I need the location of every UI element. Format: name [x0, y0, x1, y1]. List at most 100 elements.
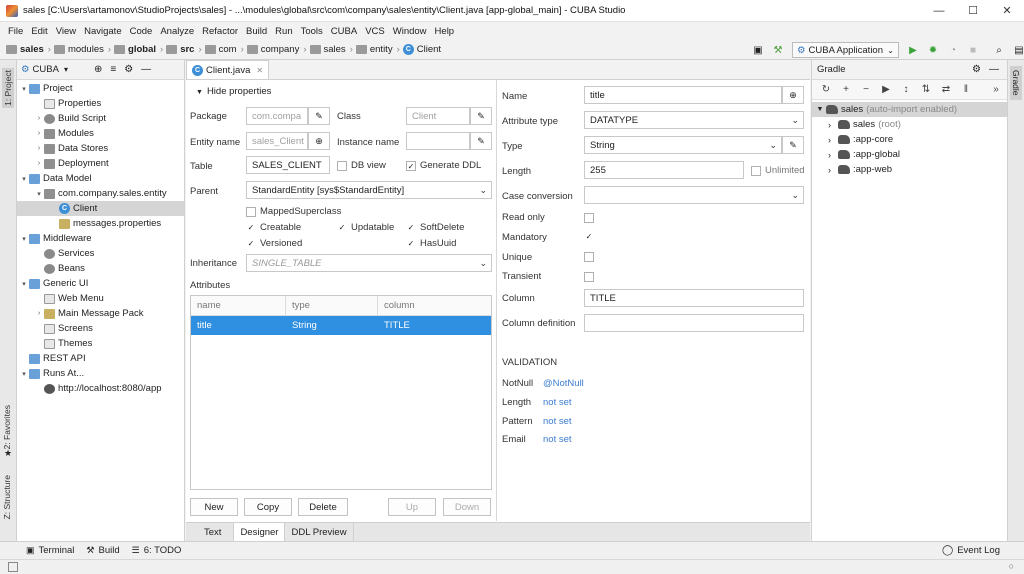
tab-client-java[interactable]: C Client.java ✕: [186, 60, 270, 79]
tree-item[interactable]: http://localhost:8080/app: [17, 381, 184, 396]
table-field[interactable]: SALES_CLIENT: [246, 156, 330, 174]
view-icon[interactable]: ▤: [1011, 42, 1024, 58]
menu-build[interactable]: Build: [242, 26, 271, 37]
breadcrumb-item-class[interactable]: C Client: [402, 44, 441, 55]
tree-item[interactable]: › Data Stores: [17, 141, 184, 156]
globe-icon[interactable]: ⊕: [308, 132, 330, 150]
column-field[interactable]: TITLE: [584, 289, 804, 307]
menu-cuba[interactable]: CUBA: [327, 26, 361, 37]
add-icon[interactable]: +: [836, 84, 856, 95]
delete-attribute-button[interactable]: Delete: [298, 498, 348, 516]
notifications-icon[interactable]: ○: [1009, 561, 1014, 571]
edit-type-icon[interactable]: ✎: [782, 136, 804, 154]
toggle-offline-icon[interactable]: ‖: [956, 84, 976, 95]
entity-name-field[interactable]: sales_Client: [246, 132, 308, 150]
tree-item[interactable]: ▾ com.company.sales.entity: [17, 186, 184, 201]
move-up-button[interactable]: Up: [388, 498, 436, 516]
validation-length-link[interactable]: not set: [543, 397, 572, 408]
breadcrumb-item[interactable]: modules ›: [53, 44, 111, 55]
event-log-tool-button[interactable]: ◯ Event Log: [942, 545, 1000, 556]
refresh-icon[interactable]: ↻: [816, 84, 836, 95]
debug-icon[interactable]: ✹: [925, 42, 941, 58]
tree-item[interactable]: ▾ Data Model: [17, 171, 184, 186]
breadcrumb-item[interactable]: company ›: [246, 44, 307, 55]
tree-item[interactable]: Web Menu: [17, 291, 184, 306]
package-field[interactable]: com.compa: [246, 107, 308, 125]
gradle-project[interactable]: › sales (root): [812, 117, 1007, 132]
hide-panel-icon[interactable]: —: [141, 64, 151, 75]
unique-checkbox[interactable]: [584, 252, 598, 262]
breadcrumb-item[interactable]: com ›: [204, 44, 244, 55]
menu-vcs[interactable]: VCS: [361, 26, 389, 37]
todo-tool-button[interactable]: ☰ 6: TODO: [132, 545, 182, 556]
tree-item[interactable]: Beans: [17, 261, 184, 276]
creatable-checkbox[interactable]: ✓ Creatable: [246, 222, 302, 233]
globe-icon[interactable]: ⊕: [782, 86, 804, 104]
collapse-all-icon[interactable]: ⇅: [916, 84, 936, 95]
gear-icon[interactable]: ⚙: [124, 64, 133, 75]
validation-notnull-link[interactable]: @NotNull: [543, 378, 584, 389]
validation-pattern-link[interactable]: not set: [543, 416, 572, 427]
menu-refactor[interactable]: Refactor: [198, 26, 242, 37]
tree-item[interactable]: Screens: [17, 321, 184, 336]
type-select[interactable]: String ⌄: [584, 136, 782, 154]
breadcrumb-item[interactable]: src ›: [166, 44, 202, 55]
search-icon[interactable]: ⌕: [991, 42, 1007, 58]
project-structure-icon[interactable]: ▣: [750, 42, 766, 58]
tree-item[interactable]: REST API: [17, 351, 184, 366]
versioned-checkbox[interactable]: ✓ Versioned: [246, 238, 303, 249]
column-header-name[interactable]: name: [191, 296, 286, 315]
gradle-root[interactable]: ▼ sales (auto-import enabled): [812, 102, 1007, 117]
hide-properties-toggle[interactable]: ▼ Hide properties: [196, 86, 271, 97]
breadcrumb-item[interactable]: entity ›: [355, 44, 400, 55]
tab-gradle[interactable]: Gradle: [1010, 66, 1022, 100]
has-uuid-checkbox[interactable]: ✓ HasUuid: [406, 238, 457, 249]
tree-item[interactable]: Properties: [17, 96, 184, 111]
menu-analyze[interactable]: Analyze: [156, 26, 198, 37]
remove-icon[interactable]: −: [856, 84, 876, 95]
validation-email-link[interactable]: not set: [543, 434, 572, 445]
updatable-checkbox[interactable]: ✓ Updatable: [337, 222, 395, 233]
class-field[interactable]: Client: [406, 107, 470, 125]
caret-down-icon[interactable]: ▾: [19, 280, 29, 288]
inheritance-select[interactable]: SINGLE_TABLE ⌄: [246, 254, 492, 272]
tab-ddl-preview[interactable]: DDL Preview: [285, 523, 354, 541]
more-icon[interactable]: »: [986, 84, 1006, 95]
column-definition-field[interactable]: [584, 314, 804, 332]
breadcrumb-item[interactable]: global ›: [114, 44, 163, 55]
caret-down-icon[interactable]: ▾: [34, 190, 44, 198]
chevron-right-icon[interactable]: ›: [34, 145, 44, 152]
read-only-checkbox[interactable]: [584, 213, 598, 223]
caret-down-icon[interactable]: ▾: [19, 370, 29, 378]
tab-designer[interactable]: Designer: [234, 523, 286, 541]
maximize-icon[interactable]: ☐: [956, 0, 990, 22]
caret-down-icon[interactable]: ▾: [19, 175, 29, 183]
new-attribute-button[interactable]: New: [190, 498, 238, 516]
parent-select[interactable]: StandardEntity [sys$StandardEntity] ⌄: [246, 181, 492, 199]
name-field[interactable]: title: [584, 86, 782, 104]
menu-tools[interactable]: Tools: [297, 26, 327, 37]
copy-attribute-button[interactable]: Copy: [244, 498, 292, 516]
attribute-type-select[interactable]: DATATYPE ⌄: [584, 111, 804, 129]
tree-item[interactable]: › Deployment: [17, 156, 184, 171]
tree-item[interactable]: › Modules: [17, 126, 184, 141]
length-field[interactable]: 255: [584, 161, 744, 179]
gradle-project[interactable]: › :app-global: [812, 147, 1007, 162]
db-view-checkbox[interactable]: DB view: [337, 160, 386, 171]
terminal-tool-button[interactable]: ▣ Terminal: [26, 545, 74, 556]
unlimited-checkbox[interactable]: Unlimited: [751, 165, 805, 176]
tab-project[interactable]: 1: Project: [2, 68, 14, 108]
chevron-right-icon[interactable]: ›: [34, 115, 44, 122]
case-conversion-select[interactable]: ⌄: [584, 186, 804, 204]
tab-structure[interactable]: Z: Structure: [2, 475, 12, 519]
tree-item[interactable]: Services: [17, 246, 184, 261]
instance-name-field[interactable]: [406, 132, 470, 150]
tree-item[interactable]: › Build Script: [17, 111, 184, 126]
chevron-right-icon[interactable]: ›: [34, 130, 44, 137]
generate-ddl-checkbox[interactable]: ✓ Generate DDL: [406, 160, 481, 171]
chevron-right-icon[interactable]: ›: [34, 160, 44, 167]
tab-favorites[interactable]: 2: Favorites: [2, 405, 12, 449]
table-row[interactable]: title String TITLE: [191, 316, 491, 335]
menu-window[interactable]: Window: [389, 26, 431, 37]
execute-task-icon[interactable]: ▶: [876, 84, 896, 95]
